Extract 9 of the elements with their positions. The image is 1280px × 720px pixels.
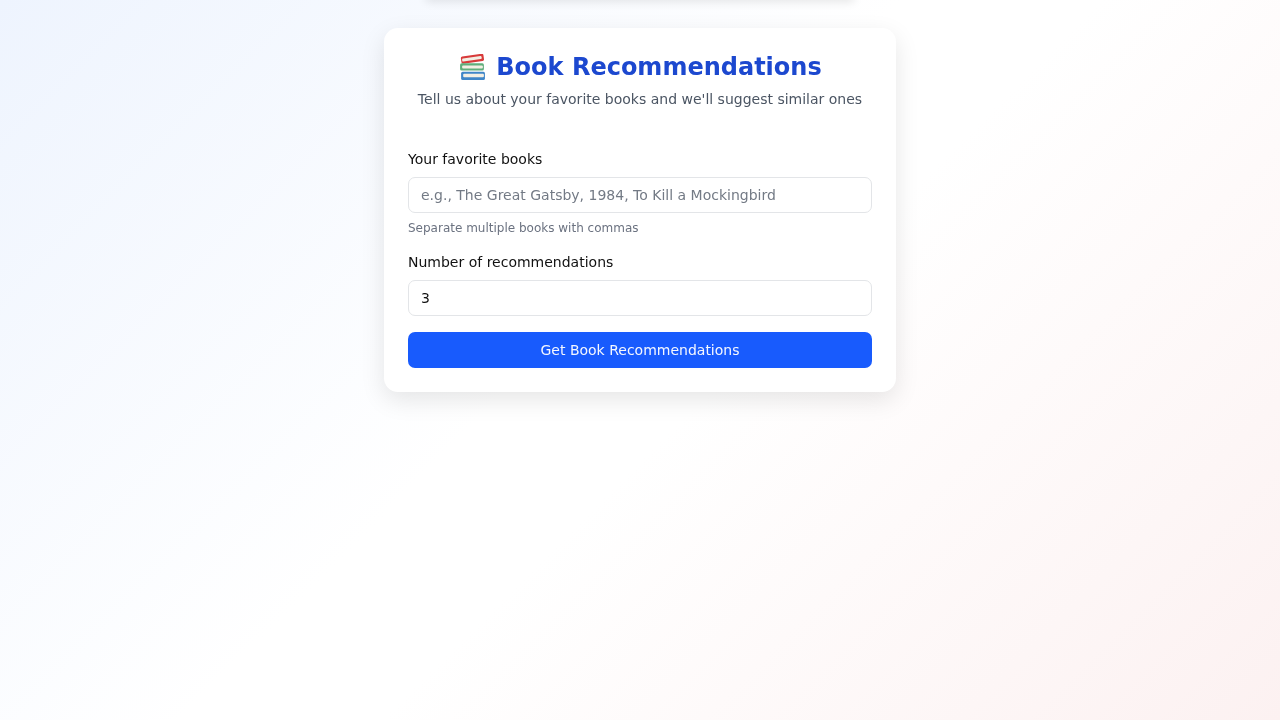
field-hint: Separate multiple books with commas	[408, 220, 639, 236]
submit-button[interactable]: Get Book Recommendations	[408, 332, 872, 368]
page-title: Book Recommendations	[496, 52, 822, 83]
field-label: Your favorite books	[408, 150, 543, 169]
text-input[interactable]: e.g., The Great Gatsby, 1984, To Kill a Mockingbird	[408, 177, 872, 213]
books-icon	[458, 53, 488, 81]
page-subtitle: Tell us about your favorite books and we'll suggest similar ones	[417, 90, 863, 109]
text-input[interactable]: 3	[408, 280, 872, 316]
field-label: Number of recommendations	[408, 253, 614, 272]
